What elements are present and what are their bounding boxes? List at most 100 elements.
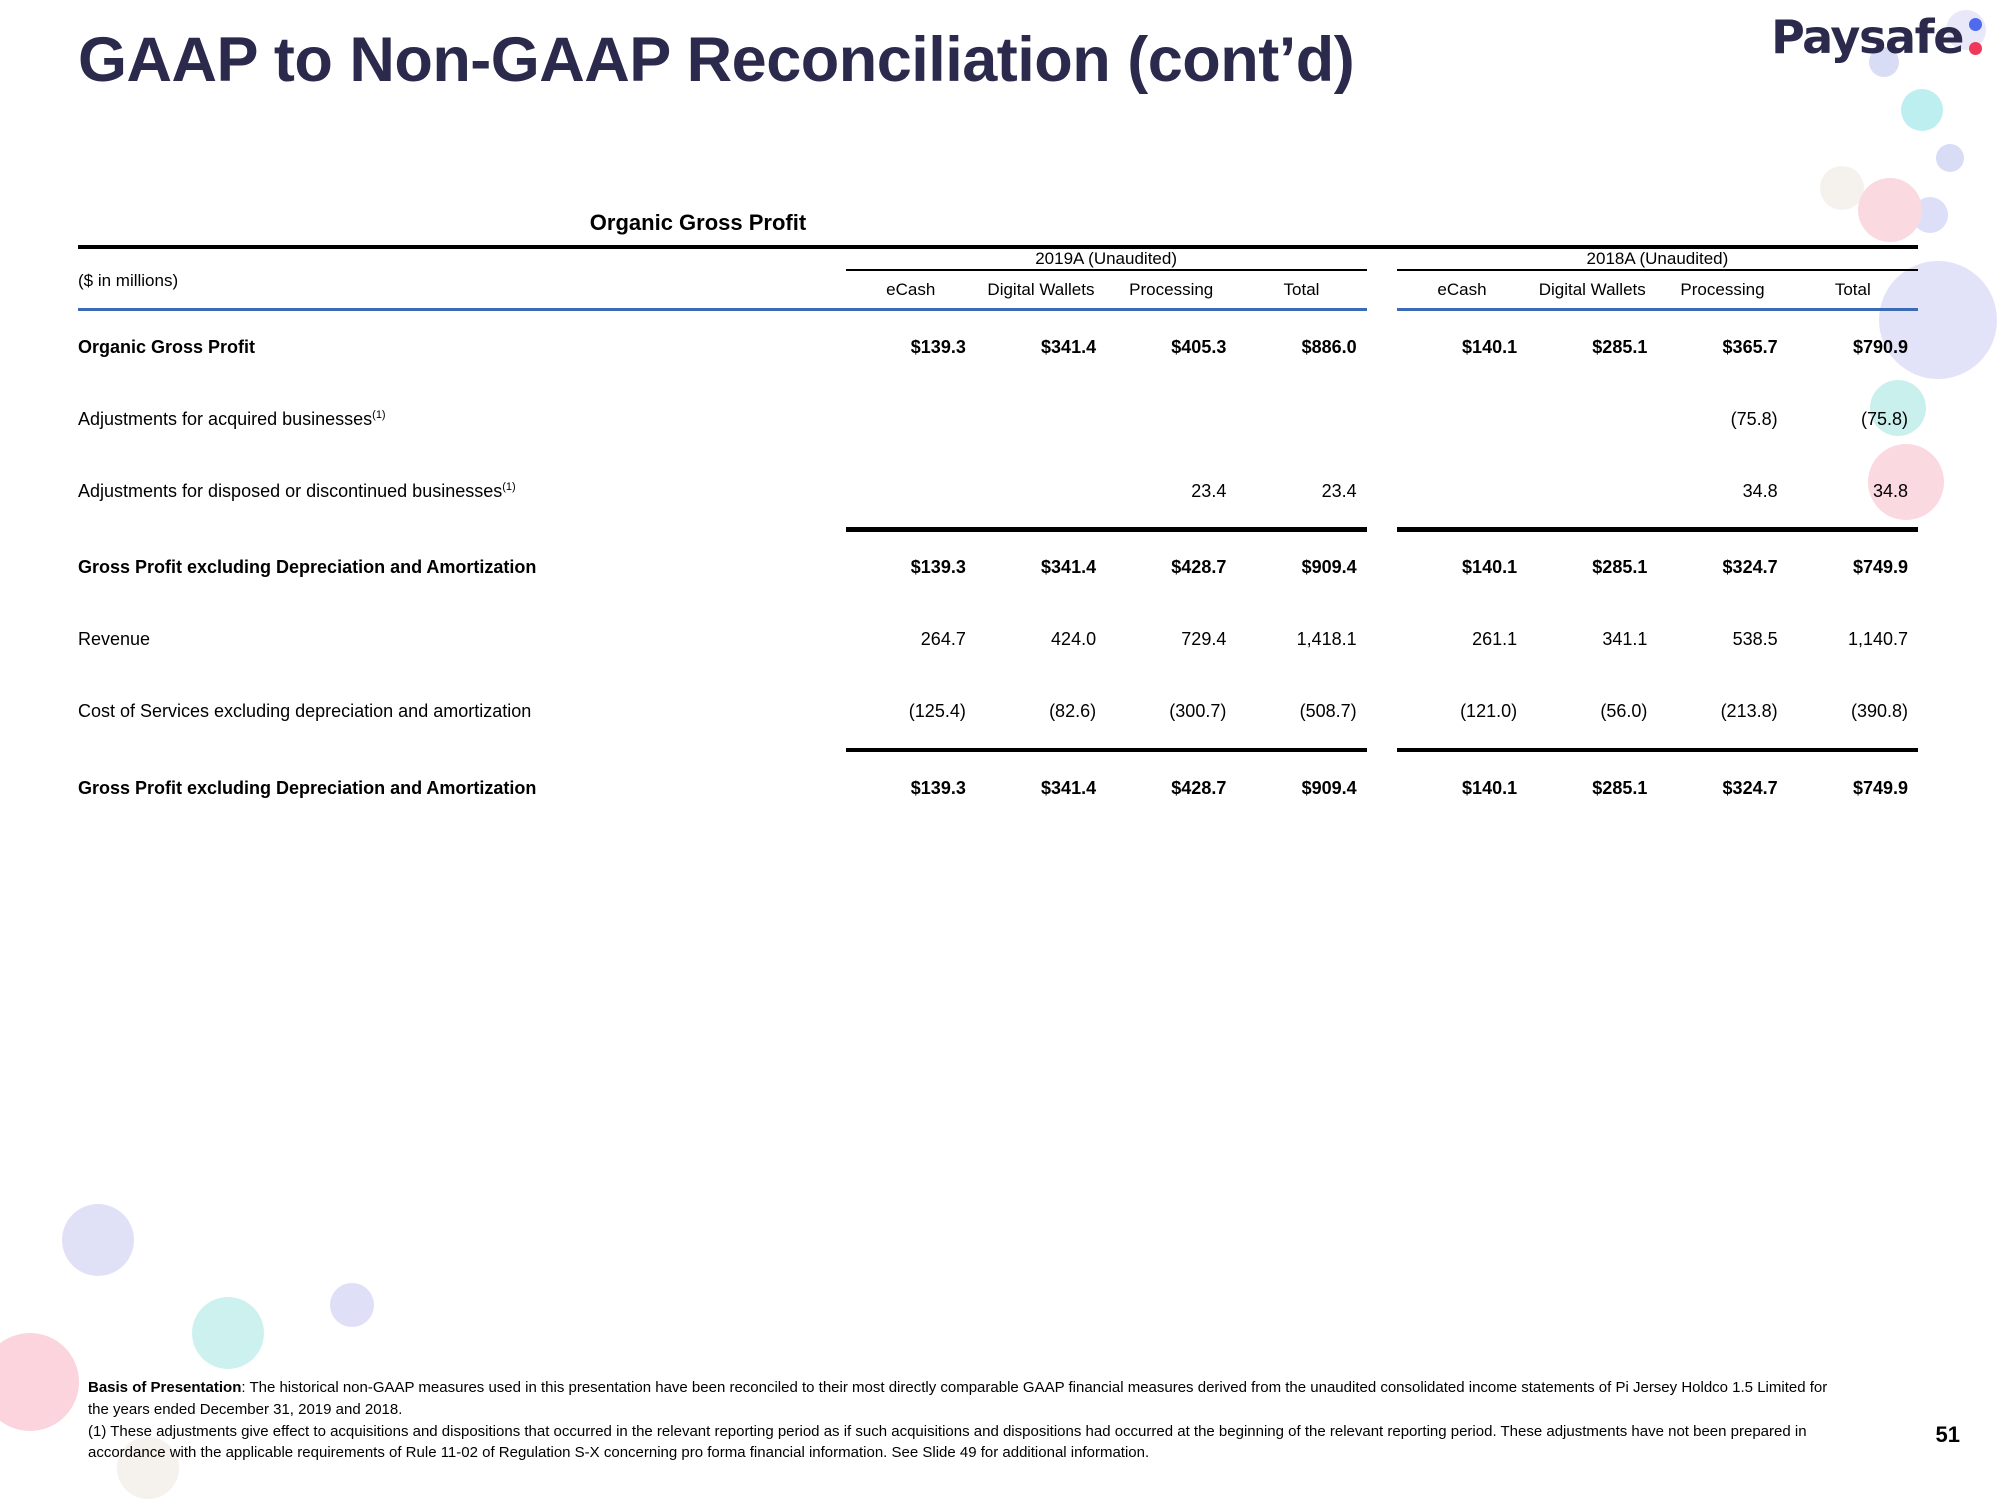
- row-value: (125.4): [908, 701, 966, 722]
- row-value: $140.1: [1462, 777, 1518, 798]
- spacer-cell: [822, 752, 845, 824]
- column-header-row: ($ in millions) eCash Digital Wallets Proce…: [78, 271, 1918, 308]
- column-header-8: Total: [1834, 280, 1871, 299]
- row-value: [1236, 383, 1366, 455]
- decorative-bubble: [1901, 89, 1943, 131]
- spacer-cell: [1367, 455, 1397, 527]
- footnote-1: (1) These adjustments give effect to acq…: [88, 1422, 1807, 1462]
- row-value: [976, 455, 1106, 527]
- row-label: Adjustments for disposed or discontinued…: [78, 480, 516, 501]
- row-value: (75.8): [1860, 408, 1908, 429]
- spacer-cell: [822, 271, 845, 308]
- row-value: [1397, 455, 1527, 527]
- decorative-bubble: [330, 1283, 374, 1327]
- row-value: $140.1: [1462, 336, 1518, 357]
- spacer-cell: [78, 249, 822, 269]
- spacer-cell: [1367, 271, 1397, 308]
- row-value: [1527, 455, 1657, 527]
- row-value: $285.1: [1592, 336, 1648, 357]
- row-value: $405.3: [1171, 336, 1227, 357]
- table-row: Adjustments for acquired businesses(1) (7…: [78, 383, 1918, 455]
- table-row: Organic Gross Profit $139.3 $341.4 $405.3 $8…: [78, 311, 1918, 383]
- row-label: Gross Profit excluding Depreciation and …: [78, 557, 537, 578]
- column-header-3: Processing: [1129, 280, 1214, 299]
- row-value: (75.8): [1730, 408, 1778, 429]
- row-value: 1,418.1: [1296, 629, 1357, 650]
- row-value: (121.0): [1460, 701, 1518, 722]
- decorative-bubble: [62, 1204, 134, 1276]
- spacer-cell: [822, 532, 845, 604]
- row-value: $139.3: [910, 777, 966, 798]
- row-value: [1527, 383, 1657, 455]
- table-row: Gross Profit excluding Depreciation and …: [78, 532, 1918, 604]
- row-value: (56.0): [1600, 701, 1648, 722]
- page-number: 51: [1935, 1422, 1960, 1447]
- row-value: $285.1: [1592, 777, 1648, 798]
- row-value: $428.7: [1171, 777, 1227, 798]
- spacer-cell: [822, 383, 845, 455]
- row-value: $341.4: [1041, 777, 1097, 798]
- column-header-4: Total: [1283, 280, 1320, 299]
- row-value: $324.7: [1722, 557, 1778, 578]
- decorative-bubble: [192, 1297, 264, 1369]
- row-value: (390.8): [1850, 701, 1908, 722]
- row-value: (82.6): [1049, 701, 1097, 722]
- column-header-1: eCash: [886, 280, 936, 299]
- spacer-cell: [822, 249, 845, 269]
- row-value: $909.4: [1301, 557, 1357, 578]
- row-value: $365.7: [1722, 336, 1778, 357]
- row-value: 261.1: [1472, 629, 1518, 650]
- row-value: [846, 455, 976, 527]
- row-value: $790.9: [1852, 336, 1908, 357]
- row-footnote-marker: (1): [502, 480, 516, 493]
- page-title: GAAP to Non-GAAP Reconciliation (cont’d): [78, 25, 1355, 95]
- row-value: $324.7: [1722, 777, 1778, 798]
- spacer-cell: [1367, 676, 1397, 748]
- logo-wordmark: Paysafe: [1771, 10, 1964, 64]
- logo-dot-bottom-icon: [1969, 42, 1982, 55]
- spacer-cell: [822, 311, 845, 383]
- year-group-label: 2019A (Unaudited): [1035, 249, 1177, 268]
- row-label: Gross Profit excluding Depreciation and …: [78, 777, 537, 798]
- row-value: $140.1: [1462, 557, 1518, 578]
- row-value: $909.4: [1301, 777, 1357, 798]
- row-label: Adjustments for acquired businesses(1): [78, 408, 386, 429]
- row-value: [846, 383, 976, 455]
- row-value: $886.0: [1301, 336, 1357, 357]
- spacer-cell: [1367, 752, 1397, 824]
- row-label: Organic Gross Profit: [78, 336, 256, 357]
- paysafe-logo: Paysafe: [1771, 14, 1982, 60]
- row-value: 341.1: [1602, 629, 1648, 650]
- row-value: $749.9: [1852, 557, 1908, 578]
- row-value: 23.4: [1321, 480, 1357, 501]
- row-label: Cost of Services excluding depreciation …: [78, 701, 532, 722]
- reconciliation-table: 2019A (Unaudited) 2018A (Unaudited) ($ in …: [78, 249, 1918, 824]
- year-group-label: 2018A (Unaudited): [1586, 249, 1729, 268]
- row-value: 264.7: [920, 629, 966, 650]
- row-value: 538.5: [1732, 629, 1778, 650]
- row-value: $139.3: [910, 336, 966, 357]
- row-value: $749.9: [1852, 777, 1908, 798]
- row-footnote-marker: (1): [372, 408, 386, 421]
- row-value: (508.7): [1299, 701, 1357, 722]
- row-value: $341.4: [1041, 336, 1097, 357]
- basis-of-presentation-note: Basis of Presentation: The historical no…: [88, 1377, 1828, 1421]
- spacer-cell: [822, 676, 845, 748]
- spacer-cell: [1367, 311, 1397, 383]
- decorative-bubble: [1820, 166, 1864, 210]
- row-value: 23.4: [1191, 480, 1227, 501]
- row-value: [1106, 383, 1236, 455]
- row-value: $139.3: [910, 557, 966, 578]
- row-value: $341.4: [1041, 557, 1097, 578]
- row-value: [1397, 383, 1527, 455]
- basis-of-presentation-text: : The historical non-GAAP measures used …: [88, 1379, 1828, 1418]
- spacer-cell: [1367, 383, 1397, 455]
- slide-root: Paysafe GAAP to Non-GAAP Reconciliation …: [0, 0, 2000, 1500]
- table-row: Gross Profit excluding Depreciation and …: [78, 752, 1918, 824]
- year-group-header-row: 2019A (Unaudited) 2018A (Unaudited): [78, 249, 1918, 269]
- row-label: Revenue: [78, 629, 151, 650]
- logo-dot-top-icon: [1969, 18, 1982, 31]
- column-header-7: Processing: [1680, 280, 1765, 299]
- footer-notes: Basis of Presentation: The historical no…: [88, 1377, 1828, 1464]
- column-header-6: Digital Wallets: [1538, 280, 1646, 299]
